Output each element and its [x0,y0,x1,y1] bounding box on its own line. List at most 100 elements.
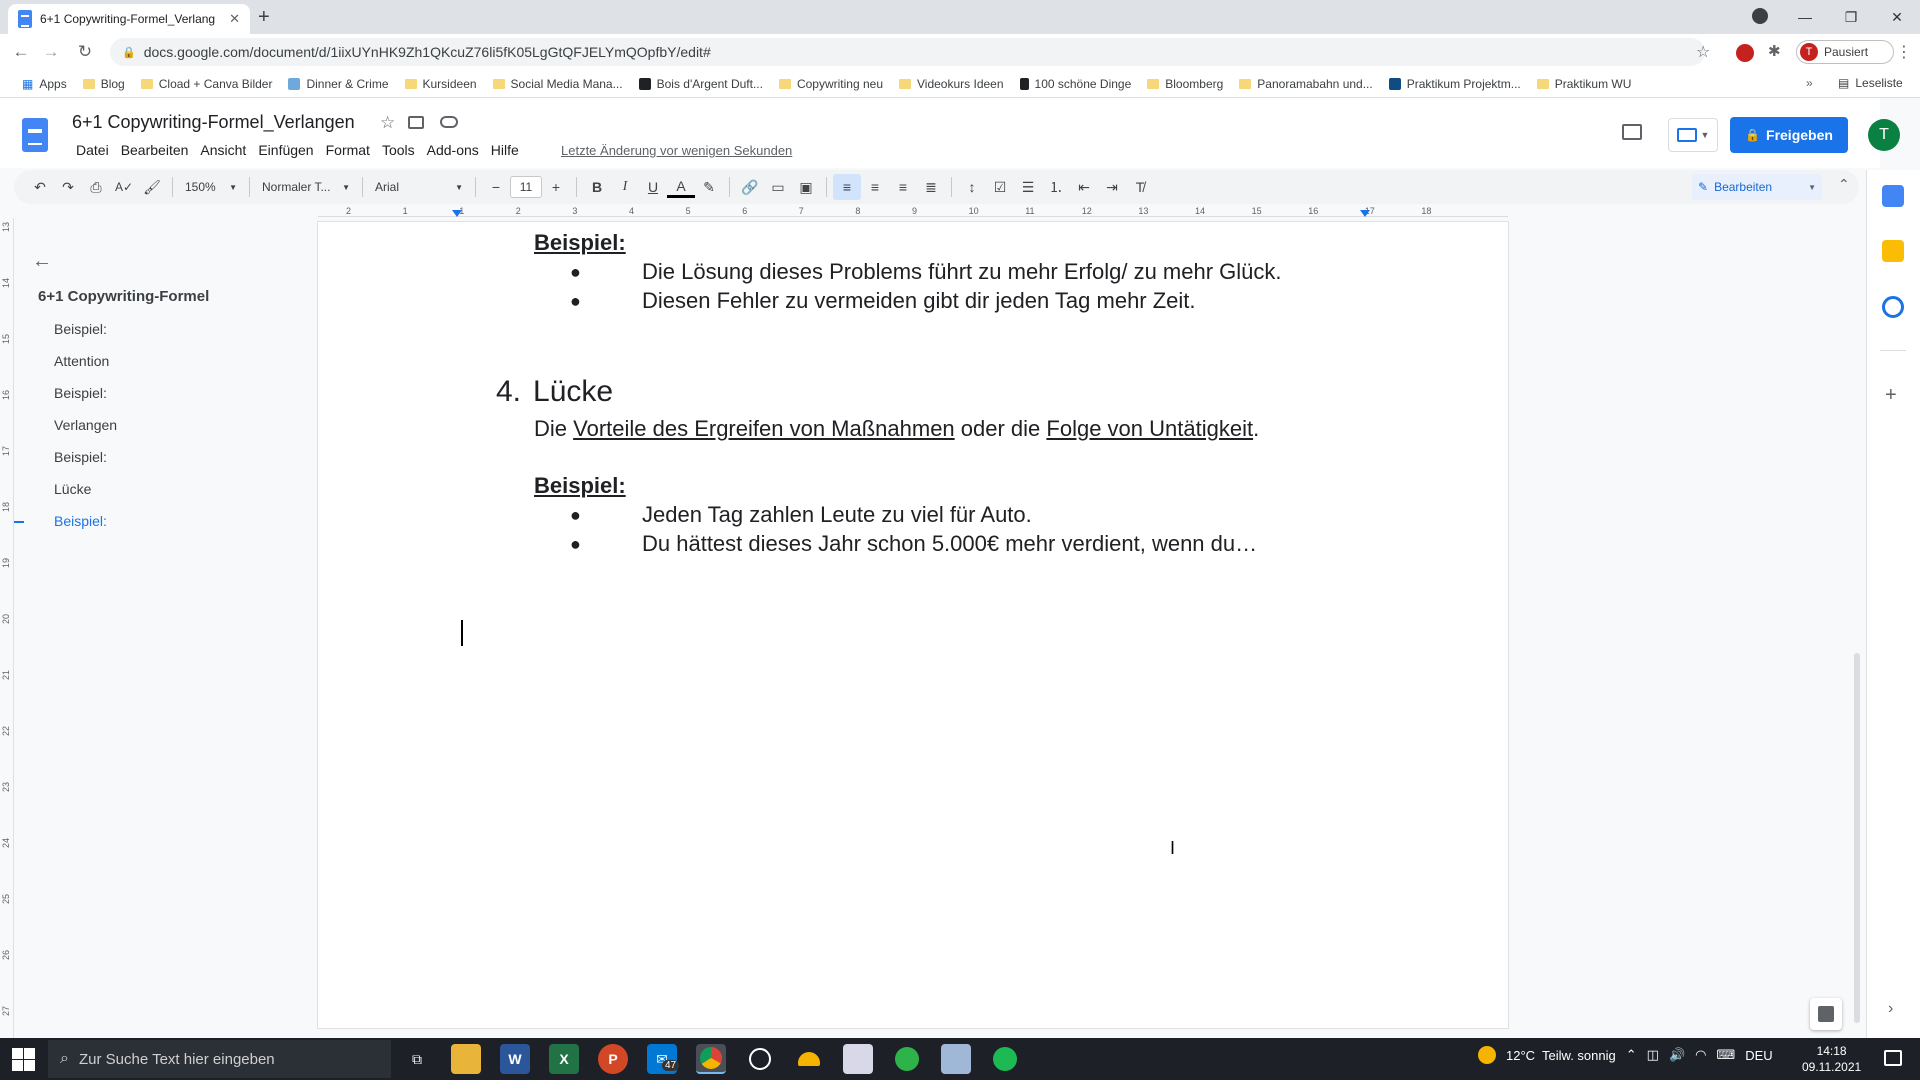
clear-formatting-icon[interactable]: T̸ [1126,174,1154,200]
bookmark-item[interactable]: Copywriting neu [771,77,891,91]
browser-menu-icon[interactable]: ⋮ [1896,42,1912,62]
bookmark-item[interactable]: Cload + Canva Bilder [133,77,281,91]
excel-icon[interactable]: X [549,1044,579,1074]
bookmark-item[interactable]: Videokurs Ideen [891,77,1012,91]
bookmark-item[interactable]: Dinner & Crime [280,77,396,91]
windows-start-icon[interactable] [10,1046,36,1072]
outline-item[interactable]: Beispiel: [54,385,107,401]
bookmark-item[interactable]: 100 schöne Dinge [1012,77,1140,91]
italic-icon[interactable]: I [611,174,639,200]
app-icon[interactable] [794,1044,824,1074]
redo-icon[interactable]: ↷ [54,174,82,200]
clock[interactable]: 14:18 09.11.2021 [1802,1043,1861,1075]
cloud-status-icon[interactable] [440,116,458,128]
undo-icon[interactable]: ↶ [26,174,54,200]
last-edit-link[interactable]: Letzte Änderung vor wenigen Sekunden [561,143,792,158]
collapse-toolbar-icon[interactable]: ⌃ [1838,176,1850,193]
address-bar[interactable]: 🔒 docs.google.com/document/d/1iixUYnHK9Z… [110,38,1705,66]
docs-logo-icon[interactable] [22,118,48,152]
add-addon-icon[interactable]: + [1885,384,1897,407]
restore-button[interactable]: ❐ [1828,4,1874,30]
checklist-icon[interactable]: ☑ [986,174,1014,200]
bookmark-star-icon[interactable]: ☆ [1696,42,1710,62]
keep-icon[interactable] [1882,240,1904,262]
underline-icon[interactable]: U [639,174,667,200]
decrease-indent-icon[interactable]: ⇤ [1070,174,1098,200]
adblock-icon[interactable] [1736,44,1754,62]
minimize-button[interactable]: — [1782,4,1828,30]
reading-list-button[interactable]: ▤ Leseliste [1838,76,1903,90]
edge-icon[interactable] [892,1044,922,1074]
menu-bearbeiten[interactable]: Bearbeiten [115,142,195,158]
weather-icon[interactable] [1478,1046,1496,1064]
volume-icon[interactable]: 🔊 [1669,1047,1685,1063]
print-icon[interactable]: ⎙ [82,174,110,200]
star-icon[interactable]: ☆ [380,113,395,133]
outline-item[interactable]: Verlangen [54,417,117,433]
menu-ansicht[interactable]: Ansicht [194,142,252,158]
bulleted-list-icon[interactable]: ☰ [1014,174,1042,200]
menu-hilfe[interactable]: Hilfe [485,142,525,158]
zoom-select[interactable]: 150% ▼ [179,174,243,200]
present-button[interactable]: ▼ [1668,118,1718,152]
bookmark-item[interactable]: Bloomberg [1139,77,1231,91]
reload-icon[interactable]: ↻ [72,40,98,64]
network-icon[interactable]: ◫ [1647,1047,1659,1063]
bookmark-apps[interactable]: ▦ Apps [14,77,75,91]
new-tab-button[interactable]: + [258,6,270,29]
back-arrow-icon[interactable]: ← [32,250,52,273]
outline-item[interactable]: Lücke [54,481,91,497]
right-indent-marker[interactable] [1360,210,1370,217]
more-bookmarks-icon[interactable]: » [1806,76,1813,90]
obs-icon[interactable] [745,1044,775,1074]
line-spacing-icon[interactable]: ↕ [958,174,986,200]
browser-tab[interactable]: 6+1 Copywriting-Formel_Verlang ✕ [8,4,250,34]
text-color-icon[interactable]: A [667,176,695,198]
bookmark-item[interactable]: Social Media Mana... [485,77,631,91]
font-size-input[interactable]: 11 [510,176,542,198]
bookmark-item[interactable]: Bois d'Argent Duft... [631,77,771,91]
outline-item[interactable]: Attention [54,353,109,369]
increase-font-size-button[interactable]: + [542,174,570,200]
tasks-icon[interactable] [1882,296,1904,318]
outline-item[interactable]: Beispiel: [54,321,107,337]
notepad-icon[interactable] [941,1044,971,1074]
outline-item[interactable]: Beispiel: [54,449,107,465]
paint-format-icon[interactable]: 🖌 [138,174,166,200]
move-folder-icon[interactable] [408,116,424,129]
menu-einfuegen[interactable]: Einfügen [252,142,319,158]
close-window-button[interactable]: ✕ [1874,4,1920,30]
forward-icon[interactable]: → [38,40,64,64]
taskbar-search[interactable]: ⌕ Zur Suche Text hier eingeben [48,1040,391,1078]
numbered-list-icon[interactable]: ⒈ [1042,174,1070,200]
task-view-icon[interactable]: ⧉ [402,1044,432,1074]
align-right-icon[interactable]: ≡ [889,174,917,200]
tab-search-icon[interactable] [1752,8,1768,24]
chrome-icon[interactable] [696,1044,726,1074]
image-icon[interactable]: ▣ [792,174,820,200]
tab-close-icon[interactable]: ✕ [229,11,240,27]
bold-icon[interactable]: B [583,174,611,200]
menu-datei[interactable]: Datei [70,142,115,158]
extensions-icon[interactable]: ✱ [1768,42,1781,60]
language-indicator[interactable]: DEU [1745,1048,1772,1063]
comment-icon[interactable]: ▭ [764,174,792,200]
increase-indent-icon[interactable]: ⇥ [1098,174,1126,200]
decrease-font-size-button[interactable]: − [482,174,510,200]
bookmark-item[interactable]: Praktikum WU [1529,77,1640,91]
outline-title[interactable]: 6+1 Copywriting-Formel [38,288,209,305]
paint-icon[interactable] [843,1044,873,1074]
bookmark-item[interactable]: Blog [75,77,133,91]
outline-item-active[interactable]: Beispiel: [54,513,107,529]
wifi-icon[interactable]: ◠ [1695,1047,1706,1063]
comments-icon[interactable] [1622,124,1642,140]
align-justify-icon[interactable]: ≣ [917,174,945,200]
document-page[interactable] [318,222,1508,1028]
spotify-icon[interactable] [990,1044,1020,1074]
menu-format[interactable]: Format [320,142,376,158]
powerpoint-icon[interactable]: P [598,1044,628,1074]
editing-mode-select[interactable]: ✎ Bearbeiten ▼ [1692,174,1822,200]
align-left-icon[interactable]: ≡ [833,174,861,200]
bookmark-item[interactable]: Kursideen [397,77,485,91]
left-indent-marker[interactable] [452,210,462,217]
